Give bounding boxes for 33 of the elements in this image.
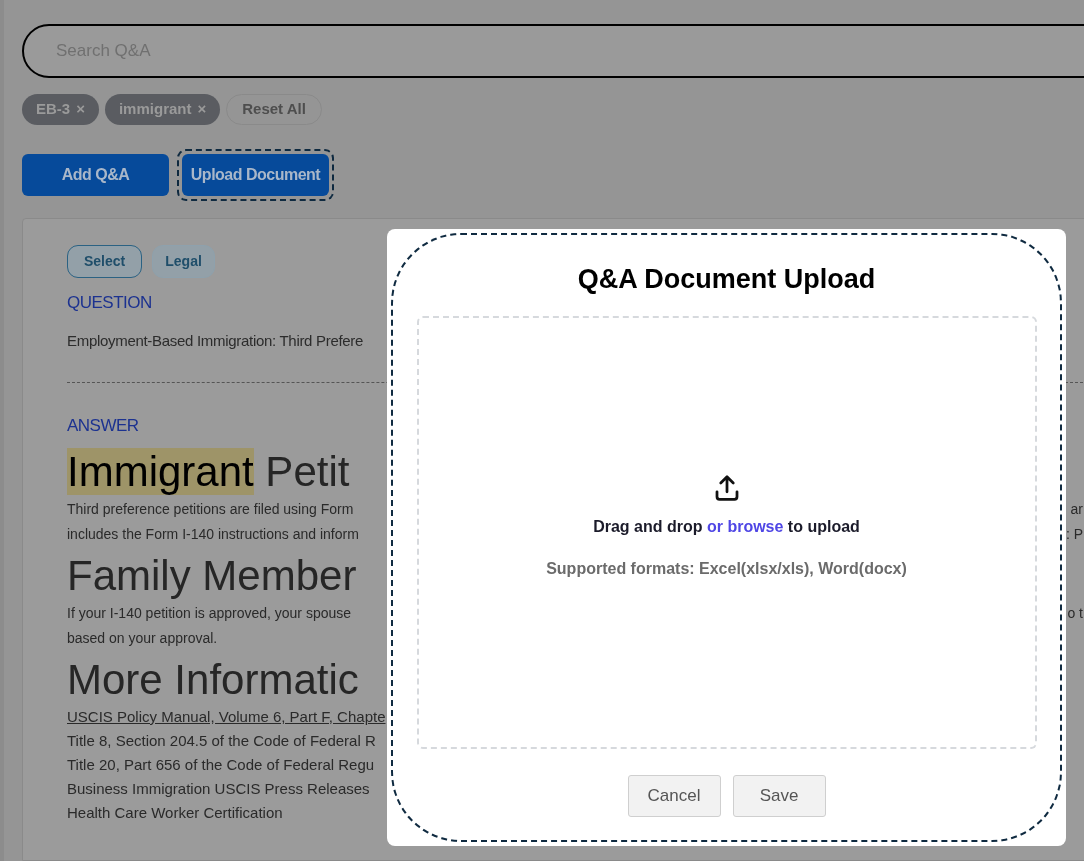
answer-heading: Family Member [67, 551, 357, 599]
dialog-button[interactable]: Cancel [627, 774, 721, 817]
answer-text: : P [1065, 524, 1083, 544]
tag-chip[interactable]: Select [67, 245, 143, 278]
filter-chip[interactable]: immigrant × [104, 94, 221, 125]
answer-text: includes the Form I-140 instructions and inform [67, 524, 359, 544]
answer-heading: More Informatic [67, 655, 359, 703]
dialog-button[interactable]: Save [732, 774, 826, 817]
reference-text: Business Immigration USCIS Press Releases [67, 779, 370, 797]
question-text: Employment-Based Immigration: Third Prefere [67, 330, 365, 351]
remove-icon[interactable]: × [76, 98, 85, 121]
answer-heading: Immigrant Petit [67, 447, 350, 495]
action-button[interactable]: Add Q&A [22, 154, 169, 196]
filter-chip[interactable]: EB-3 × [22, 94, 99, 125]
dialog-title: Q&A Document Upload [577, 263, 876, 296]
reference-text: Title 20, Part 656 of the Code of Federal Regu [67, 755, 375, 773]
browse-link[interactable]: or browse [706, 517, 784, 535]
answer-text: Third preference petitions are filed using Form [67, 499, 354, 519]
drop-zone[interactable]: Drag and drop or browse to upload Supported formats: Excel(xlsx/xls), Word(docx) [416, 315, 1037, 749]
question-label: QUESTION [67, 292, 153, 314]
drop-instructions: Drag and drop or browse to upload [593, 516, 860, 537]
answer-text: o t [1067, 603, 1083, 623]
reference-link[interactable]: USCIS Policy Manual, Volume 6, Part F, Chapte [67, 707, 386, 725]
formats-text: Supported formats: Excel(xlsx/xls), Word(docx) [546, 558, 907, 579]
action-button[interactable]: Upload Document [182, 154, 329, 196]
reference-text: Health Care Worker Certification [67, 803, 283, 821]
answer-text: based on your approval. [67, 628, 218, 648]
answer-text: ar [1070, 499, 1083, 519]
tag-chip[interactable]: Legal [152, 245, 215, 278]
answer-label: ANSWER [67, 415, 140, 437]
reference-text: Title 8, Section 204.5 of the Code of Federal R [67, 731, 376, 749]
remove-icon[interactable]: × [197, 98, 207, 121]
answer-text: If your I-140 petition is approved, your spouse [67, 603, 352, 623]
